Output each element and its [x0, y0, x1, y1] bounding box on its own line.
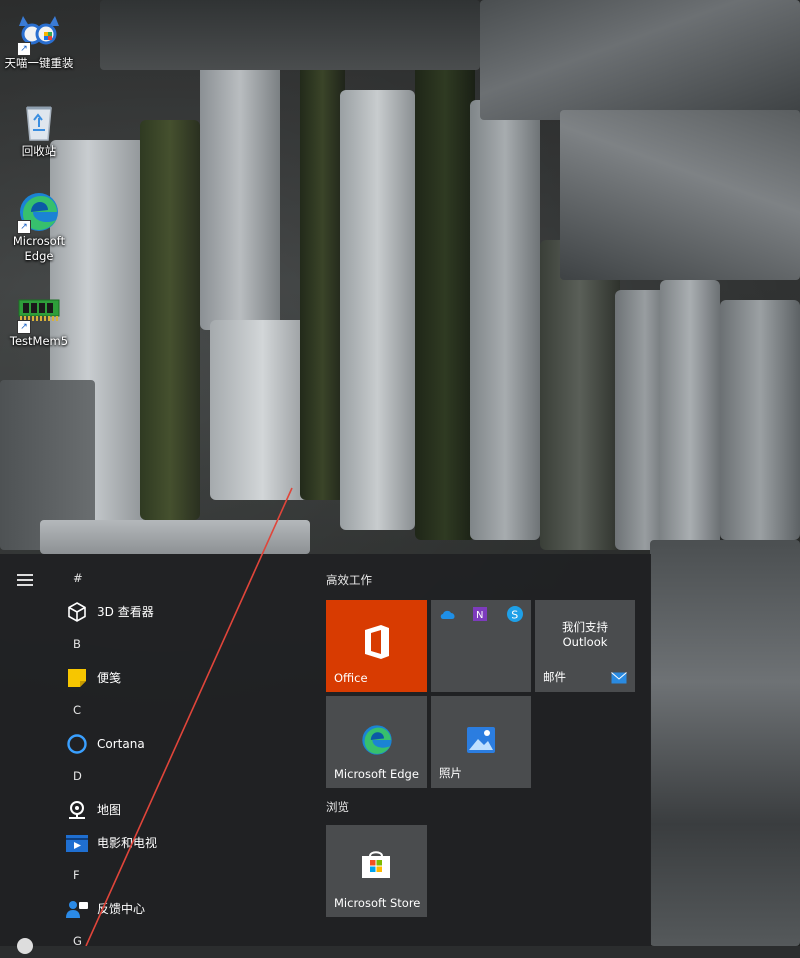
annotation-line [85, 487, 293, 946]
